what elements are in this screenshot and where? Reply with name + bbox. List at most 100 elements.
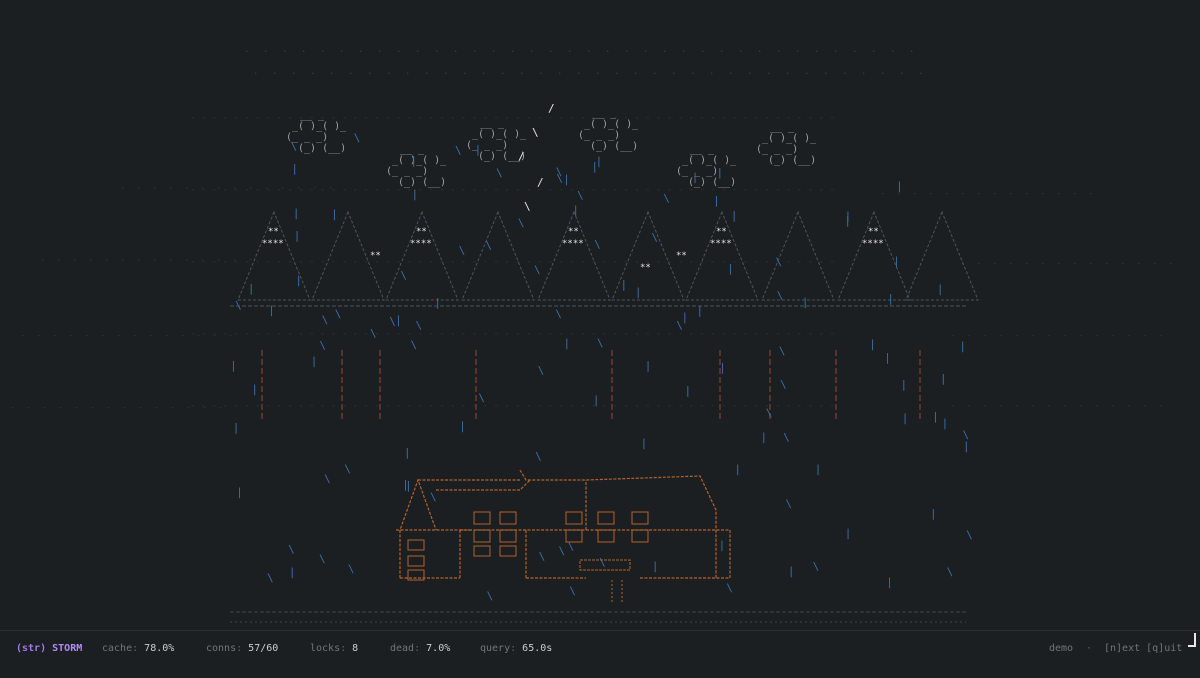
faint-dot: . [719,45,724,55]
mist-dash: - [928,189,933,199]
rain-drop: | [896,179,903,192]
faint-dot: . [472,45,477,55]
rain-drop: | [230,359,237,372]
mist-dash: - [138,403,143,413]
cloud-line: __ _ [592,108,617,119]
mist-dash: - [26,403,31,413]
rain-drop: \ [455,144,462,157]
rain-drop: | [887,292,894,305]
mist-dash: - [1078,331,1083,341]
rain-drop: | [697,304,704,317]
rain-drop: \ [370,327,377,340]
faint-dot: . [700,45,705,55]
mist-dash: - [36,331,41,341]
mist-dash: - [184,255,189,265]
mist-dash: - [1136,259,1141,269]
mist-dash: - [84,331,89,341]
mode-name: STORM [52,643,83,654]
key-hints[interactable]: [n]ext [q]uit [1104,641,1182,657]
house-window [499,545,517,557]
rain-drop: | [717,166,724,179]
metric-dead: dead: 7.0% [390,643,451,654]
rain-drop: | [845,526,852,539]
faint-dot: . [890,45,895,55]
metric-locks-value: 8 [352,643,359,654]
house-window [499,529,517,543]
rain-drop: | [963,440,970,453]
mist-dash: - [982,331,987,341]
faint-dot: . [415,45,420,55]
rain-drop: \ [559,545,566,558]
rain-drop: | [620,278,627,291]
mist-dash: - [1142,401,1147,411]
mist-dash: - [998,401,1003,411]
metric-locks: locks: 8 [310,643,359,654]
faint-dot: . [567,45,572,55]
mist-dash: - [120,183,125,193]
house-window [473,545,491,557]
rain-drop: | [233,421,240,434]
faint-dot: . [918,67,923,77]
rain-drop: | [815,463,822,476]
mist-dash: - [1030,331,1035,341]
metric-dead-value: 7.0% [426,643,451,654]
faint-dot: . [823,67,828,77]
rain-drop: \ [555,307,562,320]
mist-dash: - [90,403,95,413]
faint-dot: . [291,67,296,77]
mist-dash: - [1046,401,1051,411]
mist-dash: - [1094,331,1099,341]
faint-dot: . [434,45,439,55]
rain-drop: \ [267,571,274,584]
rain-drop: | [564,336,571,349]
house-window [631,529,649,543]
faint-dot: . [842,67,847,77]
cloud-line: _( )_( )_ [762,133,817,144]
mist-dash: - [982,401,987,411]
rain-drop: \ [400,269,407,282]
faint-dot: . [690,67,695,77]
rain-layer: | \ \ \ | | | \ \ \ | | | | | | \ | | \ | \ | | \ \ \ | \ \ \ \ \ \ | \ | | \ |… [230,131,973,602]
mist-dash: - [1158,331,1163,341]
mist-dash: - [170,403,175,413]
mist-dash: - [1008,259,1013,269]
rain-drop: | [293,207,300,220]
mist-dash: - [1168,259,1173,269]
rain-drop: \ [785,498,792,511]
mist-dash: - [1008,189,1013,199]
mist-dash: - [1030,401,1035,411]
mist-dash: - [1152,259,1157,269]
mist-dash: - [992,259,997,269]
rain-drop: | [719,539,726,552]
rain-drop: | [930,507,937,520]
snow-cap: ** [370,251,381,261]
rain-drop: | [459,419,466,432]
mist-dash: - [40,255,45,265]
snow-cap: ** [416,227,427,237]
faint-dot: . [662,45,667,55]
rain-drop: \ [966,529,973,542]
snow-cap: ** [268,227,279,237]
metric-cache-value: 78.0% [144,643,175,654]
lightning-bolt: / [518,150,525,163]
storm-ascii-art: ........................................… [10,45,1173,623]
faint-dot: . [253,67,258,77]
cloud-line: _( )_( )_ [392,155,447,166]
rain-drop: \ [813,560,820,573]
snow-cap: ** [640,263,651,273]
rain-drop: \ [291,140,298,153]
mist-dash: - [1078,401,1083,411]
faint-dot: . [377,45,382,55]
mist-dash: - [1142,331,1147,341]
faint-dot: . [576,67,581,77]
cloud-line: _( )_( )_ [472,129,527,140]
snow-cap: ** [868,227,879,237]
faint-dot: . [396,45,401,55]
snow-cap: **** [410,239,432,249]
mist-dash: - [122,403,127,413]
rain-drop: \ [766,406,773,419]
mist-dash: - [976,259,981,269]
mist-dash: - [116,331,121,341]
mist-dash: - [1104,259,1109,269]
rain-drop: \ [569,585,576,598]
